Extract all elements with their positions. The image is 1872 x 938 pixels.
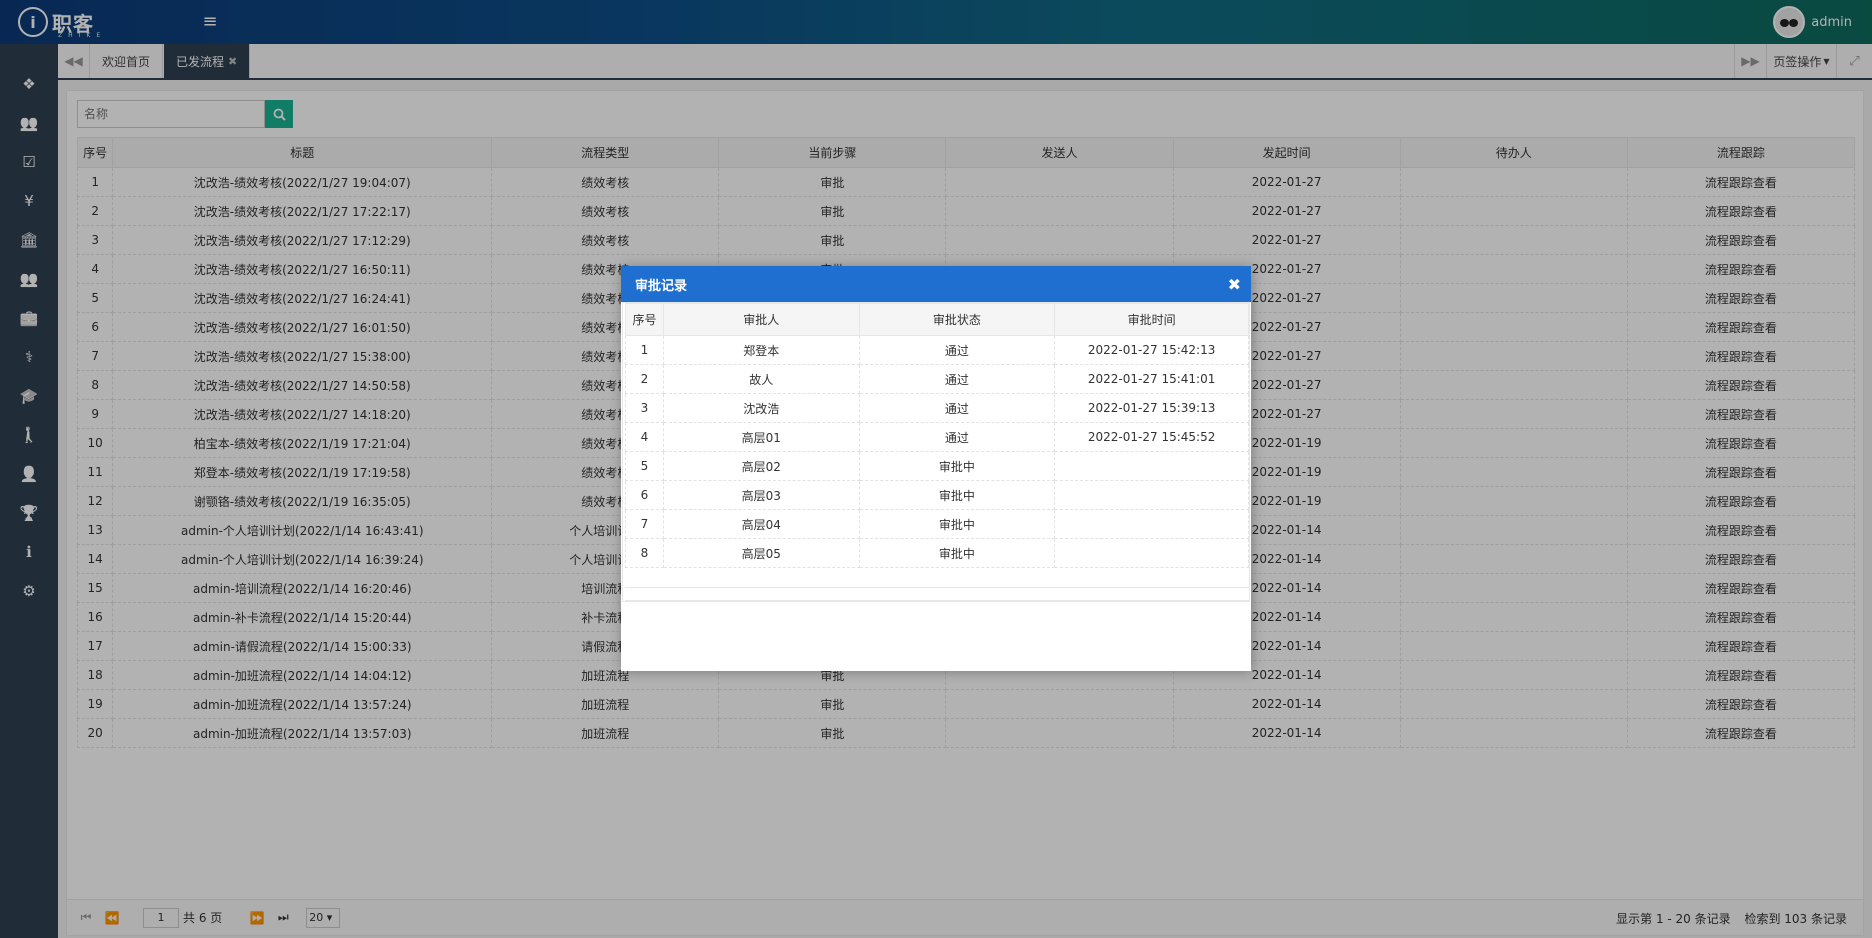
table-cell: 审批中 — [858, 480, 1056, 510]
table-cell: 郑登本 — [662, 335, 860, 365]
table-cell: 5 — [625, 451, 664, 481]
table-cell: 通过 — [858, 393, 1056, 423]
table-cell: 2022-01-27 15:42:13 — [1054, 335, 1249, 365]
table-cell: 2 — [625, 364, 664, 394]
table-cell: 4 — [625, 422, 664, 452]
table-header-row: 序号 审批人 审批状态 审批时间 — [625, 303, 1249, 336]
modal-body: 序号 审批人 审批状态 审批时间 1 郑登本 通过 2022-01-27 15:42:13 2… — [622, 302, 1250, 602]
table-cell: 高层05 — [662, 538, 860, 568]
table-cell: 通过 — [858, 364, 1056, 394]
table-cell: 高层01 — [662, 422, 860, 452]
table-cell: 2022-01-27 15:39:13 — [1054, 393, 1249, 423]
column-header: 审批时间 — [1054, 303, 1249, 336]
table-cell: 高层02 — [662, 451, 860, 481]
approval-record-modal: 审批记录 ✖ 序号 审批人 审批状态 审批时间 1 郑登本 通过 2022-01-27 15… — [621, 266, 1251, 671]
table-row: 1 郑登本 通过 2022-01-27 15:42:13 — [625, 335, 1249, 365]
table-row: 5 高层02 审批中 — [625, 451, 1249, 481]
table-cell: 2022-01-27 15:45:52 — [1054, 422, 1249, 452]
table-cell: 3 — [625, 393, 664, 423]
table-cell: 高层03 — [662, 480, 860, 510]
column-header: 审批状态 — [858, 303, 1056, 336]
table-cell — [1054, 509, 1249, 539]
table-cell — [1054, 538, 1249, 568]
table-cell: 审批中 — [858, 451, 1056, 481]
table-cell: 7 — [625, 509, 664, 539]
table-cell: 审批中 — [858, 509, 1056, 539]
close-icon[interactable]: ✖ — [1228, 275, 1241, 294]
table-cell: 高层04 — [662, 509, 860, 539]
table-cell: 通过 — [858, 422, 1056, 452]
table-cell — [1054, 451, 1249, 481]
table-cell: 6 — [625, 480, 664, 510]
modal-title: 审批记录 — [635, 278, 688, 294]
table-cell: 故人 — [662, 364, 860, 394]
table-row: 2 故人 通过 2022-01-27 15:41:01 — [625, 364, 1249, 394]
table-cell: 审批中 — [858, 538, 1056, 568]
table-row: 8 高层05 审批中 — [625, 538, 1249, 568]
table-cell: 沈改浩 — [662, 393, 860, 423]
table-row: 6 高层03 审批中 — [625, 480, 1249, 510]
modal-table-footer — [625, 587, 1249, 601]
table-cell: 通过 — [858, 335, 1056, 365]
table-cell — [1054, 480, 1249, 510]
column-header: 序号 — [625, 303, 664, 336]
table-cell: 2022-01-27 15:41:01 — [1054, 364, 1249, 394]
table-cell: 1 — [625, 335, 664, 365]
table-row: 4 高层01 通过 2022-01-27 15:45:52 — [625, 422, 1249, 452]
table-row: 7 高层04 审批中 — [625, 509, 1249, 539]
approval-table: 序号 审批人 审批状态 审批时间 1 郑登本 通过 2022-01-27 15:42:13 2… — [625, 303, 1249, 568]
column-header: 审批人 — [662, 303, 860, 336]
modal-header: 审批记录 ✖ — [621, 266, 1251, 302]
table-row: 3 沈改浩 通过 2022-01-27 15:39:13 — [625, 393, 1249, 423]
table-cell: 8 — [625, 538, 664, 568]
